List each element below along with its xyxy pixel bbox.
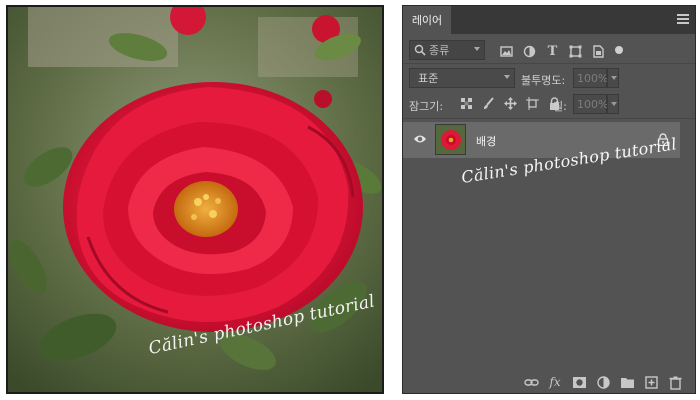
divider bbox=[403, 63, 695, 64]
opacity-input[interactable]: 100% bbox=[573, 68, 608, 88]
chevron-down-icon bbox=[474, 47, 480, 51]
lock-transparent-icon[interactable] bbox=[459, 96, 474, 111]
type-filter-icon[interactable]: T bbox=[545, 44, 560, 59]
adjustment-filter-icon[interactable] bbox=[522, 44, 537, 59]
lock-label: 잠그기: bbox=[409, 100, 444, 113]
eye-icon[interactable] bbox=[413, 133, 427, 145]
rose-flower bbox=[63, 82, 363, 332]
smart-object-filter-icon[interactable] bbox=[591, 44, 606, 59]
adjustment-layer-icon[interactable] bbox=[595, 374, 611, 390]
lock-paint-icon[interactable] bbox=[481, 96, 496, 111]
panel-tab-bar: 레이어 bbox=[403, 6, 695, 34]
chevron-down-icon bbox=[504, 75, 510, 79]
search-icon bbox=[414, 44, 426, 56]
blend-mode-select[interactable]: 표준 bbox=[409, 68, 515, 88]
lock-row: 잠그기: 칠: 100% bbox=[403, 94, 695, 116]
fill-input[interactable]: 100% bbox=[573, 94, 608, 114]
opacity-label: 불투명도: bbox=[521, 74, 566, 87]
folder-icon[interactable] bbox=[619, 374, 635, 390]
fill-label: 칠: bbox=[553, 100, 567, 113]
photo-canvas: Călin's photoshop tutorial bbox=[6, 5, 384, 394]
trash-icon[interactable] bbox=[667, 374, 683, 390]
layer-name[interactable]: 배경 bbox=[476, 133, 496, 149]
blend-mode-label: 표준 bbox=[418, 72, 439, 85]
opacity-dropdown-button[interactable] bbox=[607, 68, 619, 88]
blend-row: 표준 불투명도: 100% bbox=[403, 68, 695, 90]
fill-dropdown-button[interactable] bbox=[607, 94, 619, 114]
shape-filter-icon[interactable] bbox=[568, 44, 583, 59]
lock-move-icon[interactable] bbox=[503, 96, 518, 111]
new-layer-icon[interactable] bbox=[643, 374, 659, 390]
fx-icon[interactable]: fx bbox=[547, 374, 563, 390]
tab-layers[interactable]: 레이어 bbox=[403, 6, 451, 34]
link-icon[interactable] bbox=[523, 374, 539, 390]
layers-panel: 레이어 종류 T 표준 불투명도: 100% 잠그기: 칠: 100% 배경 C… bbox=[402, 5, 696, 394]
filter-kind-label: 종류 bbox=[429, 44, 450, 57]
mask-icon[interactable] bbox=[571, 374, 587, 390]
image-filter-icon[interactable] bbox=[499, 44, 514, 59]
filter-kind-select[interactable]: 종류 bbox=[409, 40, 485, 60]
panel-bottom-bar: fx bbox=[403, 371, 695, 393]
filter-row: 종류 T bbox=[403, 40, 695, 62]
divider bbox=[403, 118, 695, 119]
panel-menu-icon[interactable] bbox=[677, 14, 689, 24]
filter-toggle-icon[interactable] bbox=[615, 46, 623, 54]
layer-thumbnail[interactable] bbox=[435, 124, 466, 155]
lock-artboard-icon[interactable] bbox=[525, 96, 540, 111]
